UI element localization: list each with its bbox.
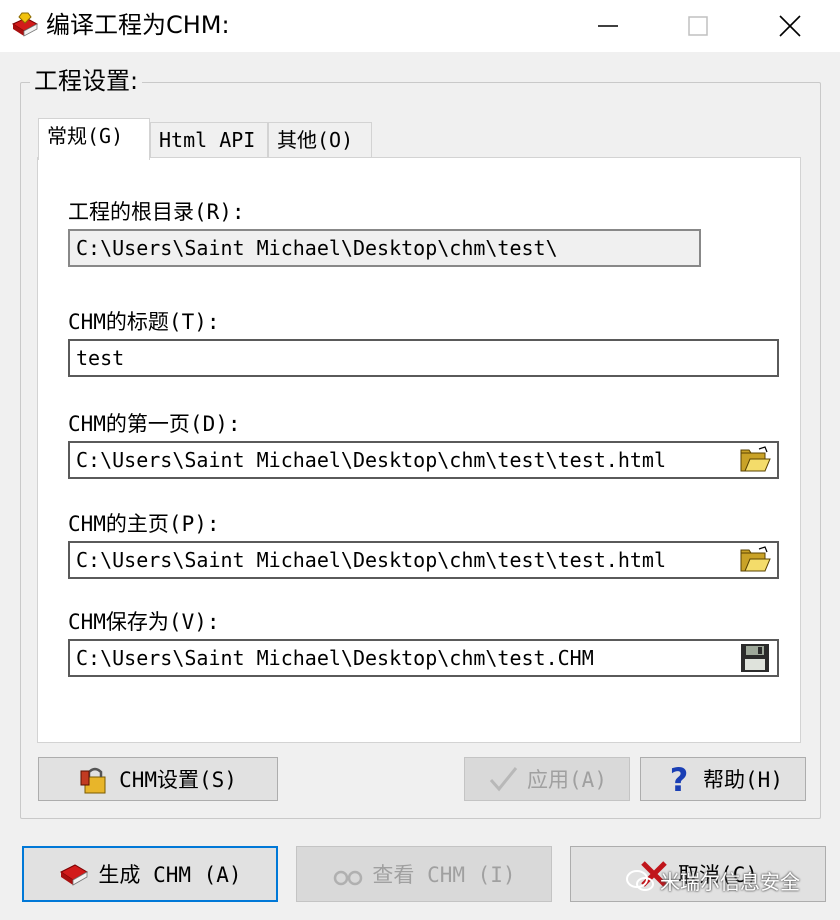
root-dir-label: 工程的根目录(R): <box>68 200 245 224</box>
project-settings-label: 工程设置: <box>30 66 143 96</box>
checkmark-icon <box>489 767 518 792</box>
general-tab-panel: 工程的根目录(R): C:\Users\Saint Michael\Deskto… <box>37 157 801 743</box>
chm-settings-label: CHM设置(S) <box>119 768 237 792</box>
chm-settings-button[interactable]: CHM设置(S) <box>38 757 278 801</box>
open-folder-icon[interactable] <box>739 445 771 475</box>
floppy-disk-icon[interactable] <box>739 643 771 673</box>
chm-title-label: CHM的标题(T): <box>68 310 220 334</box>
tab-other[interactable]: 其他(O) <box>268 122 372 160</box>
close-icon <box>779 15 801 37</box>
window-title: 编译工程为CHM: <box>46 11 230 39</box>
save-as-input[interactable]: C:\Users\Saint Michael\Desktop\chm\test.… <box>68 639 779 677</box>
build-chm-button[interactable]: 生成 CHM (A) <box>22 846 278 902</box>
maximize-button[interactable] <box>668 0 728 52</box>
red-book-icon <box>60 864 89 886</box>
home-page-value: C:\Users\Saint Michael\Desktop\chm\test\… <box>76 548 667 572</box>
apply-button[interactable]: 应用(A) <box>464 757 630 801</box>
chat-bubble-icon <box>626 869 654 891</box>
open-folder-icon[interactable] <box>739 545 771 575</box>
watermark-text: 米瑞尔信息安全 <box>660 870 800 894</box>
home-page-input[interactable]: C:\Users\Saint Michael\Desktop\chm\test\… <box>68 541 779 579</box>
minimize-icon <box>598 25 618 27</box>
minimize-button[interactable] <box>578 0 638 52</box>
help-label: 帮助(H) <box>703 768 783 792</box>
root-dir-value: C:\Users\Saint Michael\Desktop\chm\test\ <box>76 236 558 260</box>
save-as-label: CHM保存为(V): <box>68 610 220 634</box>
book-gem-icon <box>11 12 39 37</box>
help-button[interactable]: ? 帮助(H) <box>640 757 806 801</box>
chm-title-input[interactable]: test <box>68 339 779 377</box>
root-dir-field: C:\Users\Saint Michael\Desktop\chm\test\ <box>68 229 701 267</box>
chm-title-value: test <box>76 346 125 370</box>
save-as-value: C:\Users\Saint Michael\Desktop\chm\test.… <box>76 646 594 670</box>
view-chm-label: 查看 CHM (I) <box>372 863 516 887</box>
glasses-icon <box>334 870 363 886</box>
home-page-label: CHM的主页(P): <box>68 512 220 536</box>
first-page-value: C:\Users\Saint Michael\Desktop\chm\test\… <box>76 448 667 472</box>
apply-label: 应用(A) <box>527 768 607 792</box>
tab-general[interactable]: 常规(G) <box>38 118 150 160</box>
question-mark-icon: ? <box>670 763 689 795</box>
first-page-input[interactable]: C:\Users\Saint Michael\Desktop\chm\test\… <box>68 441 779 479</box>
first-page-label: CHM的第一页(D): <box>68 412 241 436</box>
title-bar: 编译工程为CHM: <box>0 0 840 52</box>
settings-lock-icon <box>80 767 106 794</box>
close-button[interactable] <box>760 0 820 52</box>
maximize-icon <box>688 16 708 36</box>
compile-chm-dialog: 编译工程为CHM: 工程设置: 常规(G) Html API 其他(O) 工程的… <box>0 0 840 920</box>
tab-html-api[interactable]: Html API <box>150 122 268 160</box>
view-chm-button[interactable]: 查看 CHM (I) <box>296 846 552 902</box>
svg-text:?: ? <box>670 763 689 795</box>
build-chm-label: 生成 CHM (A) <box>98 863 242 887</box>
watermark: 米瑞尔信息安全 <box>626 866 800 895</box>
